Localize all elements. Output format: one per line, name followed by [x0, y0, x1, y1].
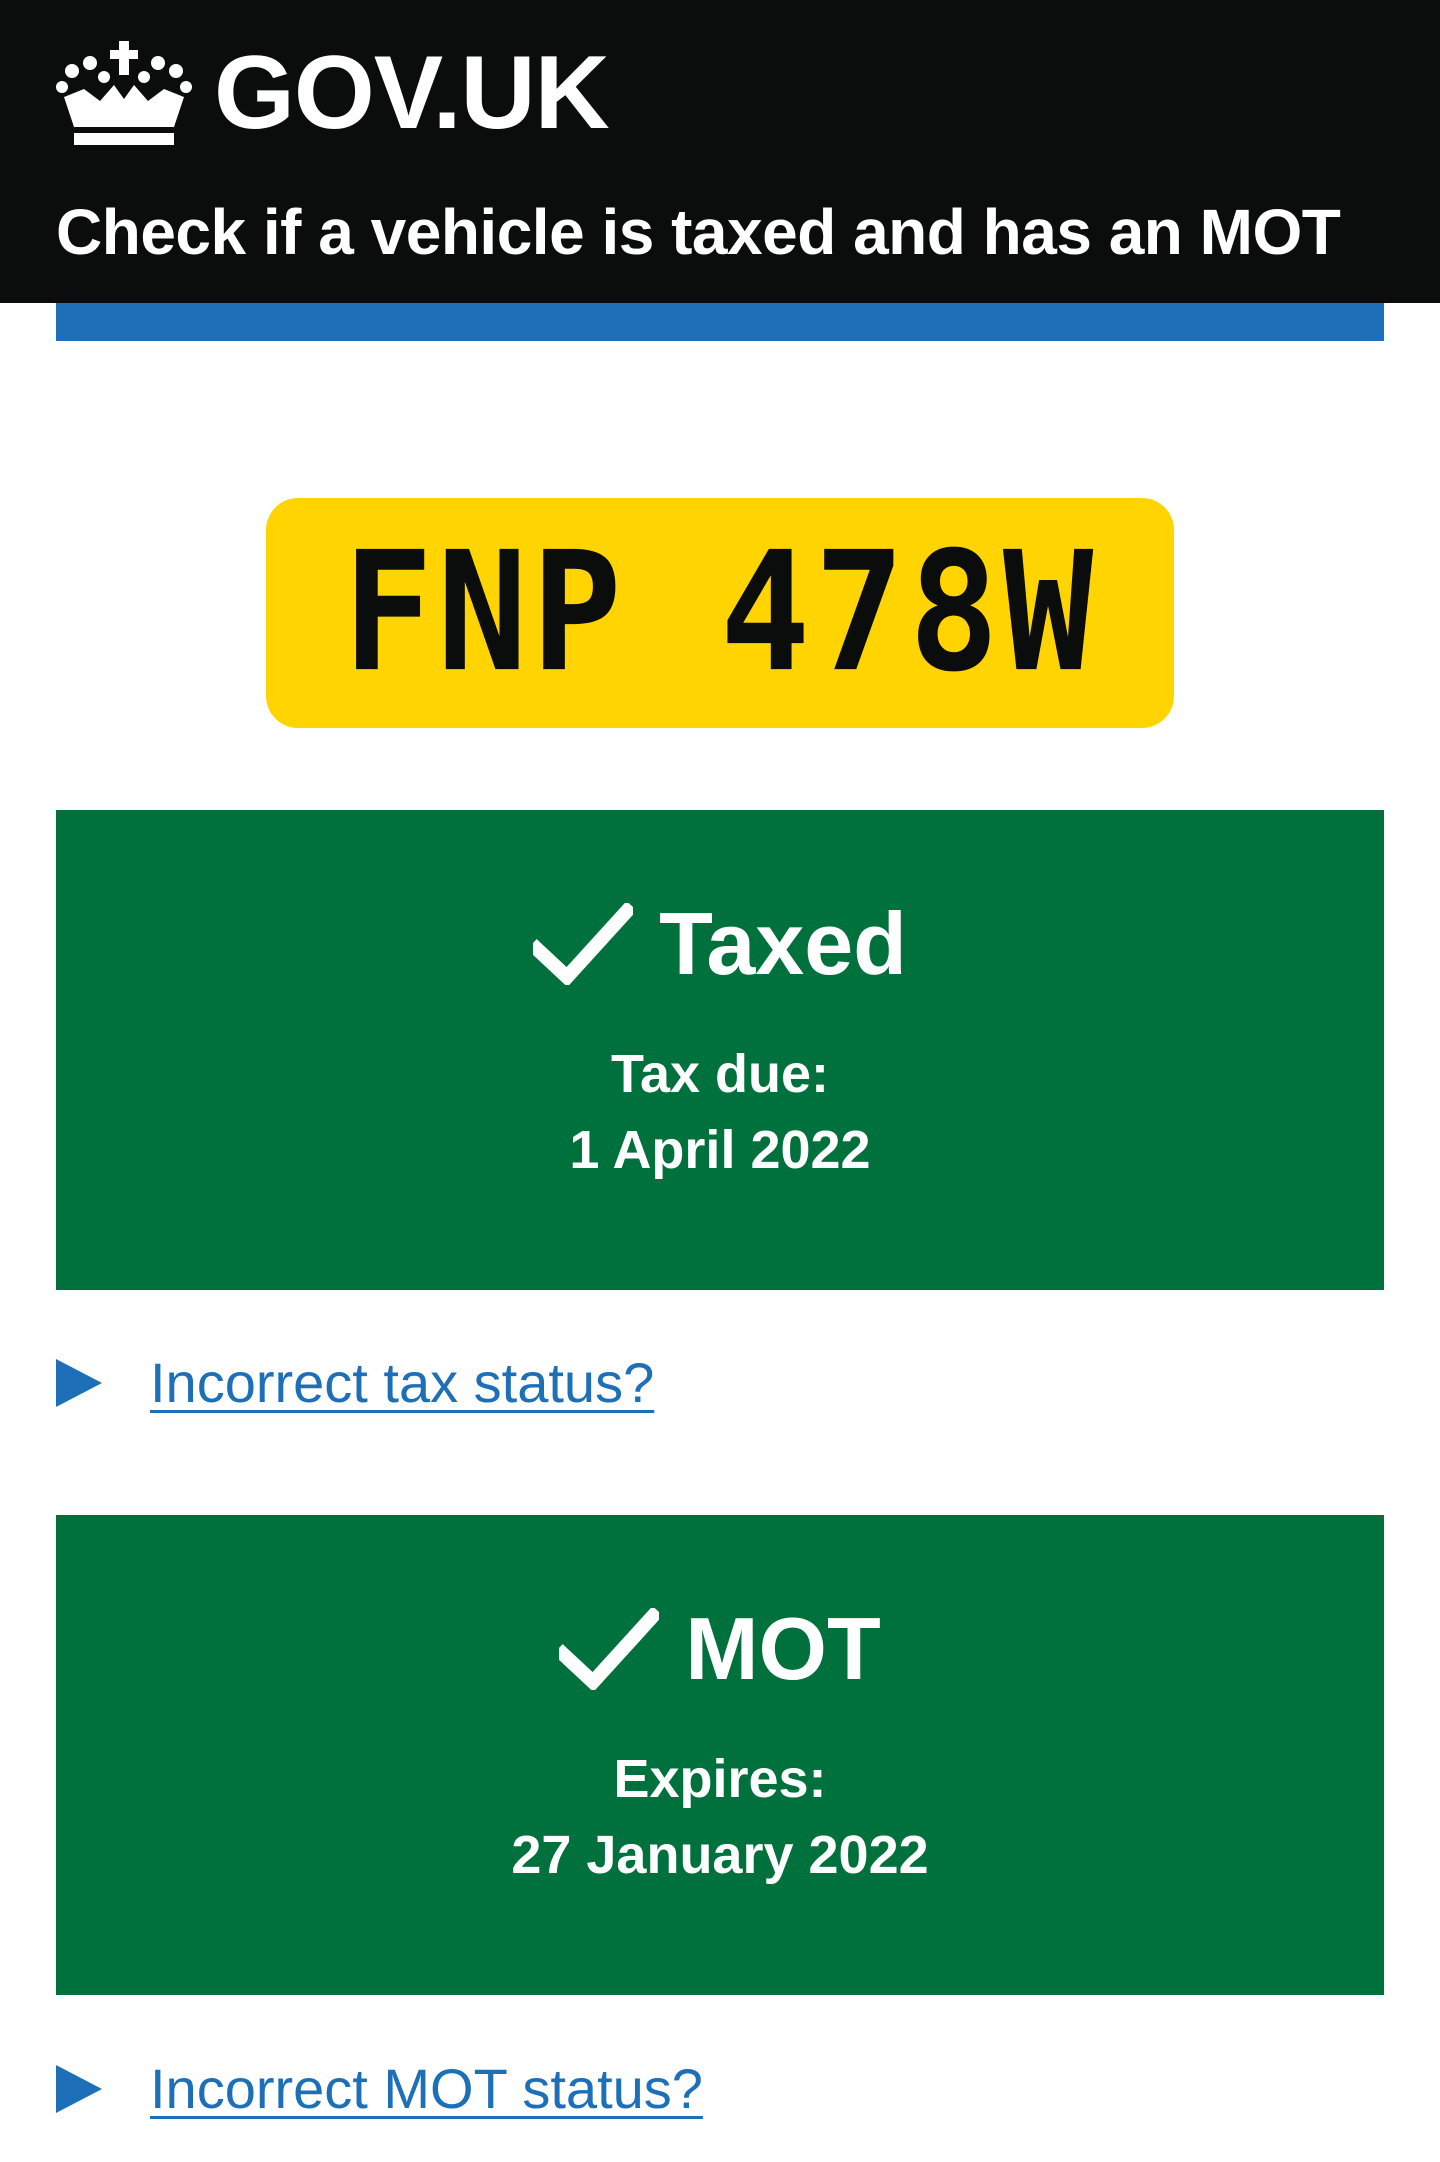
mot-status-text: MOT [685, 1599, 881, 1698]
header-accent-bar [56, 303, 1384, 341]
incorrect-mot-status-link[interactable]: Incorrect MOT status? [150, 2054, 703, 2124]
service-name[interactable]: Check if a vehicle is taxed and has an M… [56, 192, 1341, 272]
incorrect-mot-status-details[interactable]: Incorrect MOT status? [56, 2054, 703, 2124]
mot-status-heading: MOT [56, 1605, 1384, 1693]
logo-text: GOV.UK [214, 35, 610, 151]
mot-expiry-date: 27 January 2022 [511, 1825, 929, 1885]
incorrect-tax-status-link[interactable]: Incorrect tax status? [150, 1348, 654, 1418]
expand-triangle-icon[interactable] [56, 2065, 102, 2113]
govuk-logo-link[interactable]: GOV.UK [56, 35, 610, 151]
registration-plate: FNP 478W [266, 498, 1174, 728]
tax-due-label: Tax due: [610, 1044, 830, 1104]
govuk-header: GOV.UK Check if a vehicle is taxed and h… [0, 0, 1440, 303]
expand-triangle-icon[interactable] [56, 1359, 102, 1407]
crown-icon [56, 41, 192, 145]
tax-status-heading: Taxed [56, 900, 1384, 988]
mot-status-panel: MOT Expires: 27 January 2022 [56, 1515, 1384, 1995]
tax-status-text: Taxed [659, 894, 907, 993]
registration-number: FNP 478W [342, 517, 1098, 709]
mot-expires-label: Expires: [613, 1749, 827, 1809]
tax-due-date: 1 April 2022 [569, 1120, 871, 1180]
tick-icon [533, 903, 634, 985]
incorrect-tax-status-details[interactable]: Incorrect tax status? [56, 1348, 654, 1418]
tax-status-panel: Taxed Tax due: 1 April 2022 [56, 810, 1384, 1290]
tick-icon [559, 1608, 660, 1690]
